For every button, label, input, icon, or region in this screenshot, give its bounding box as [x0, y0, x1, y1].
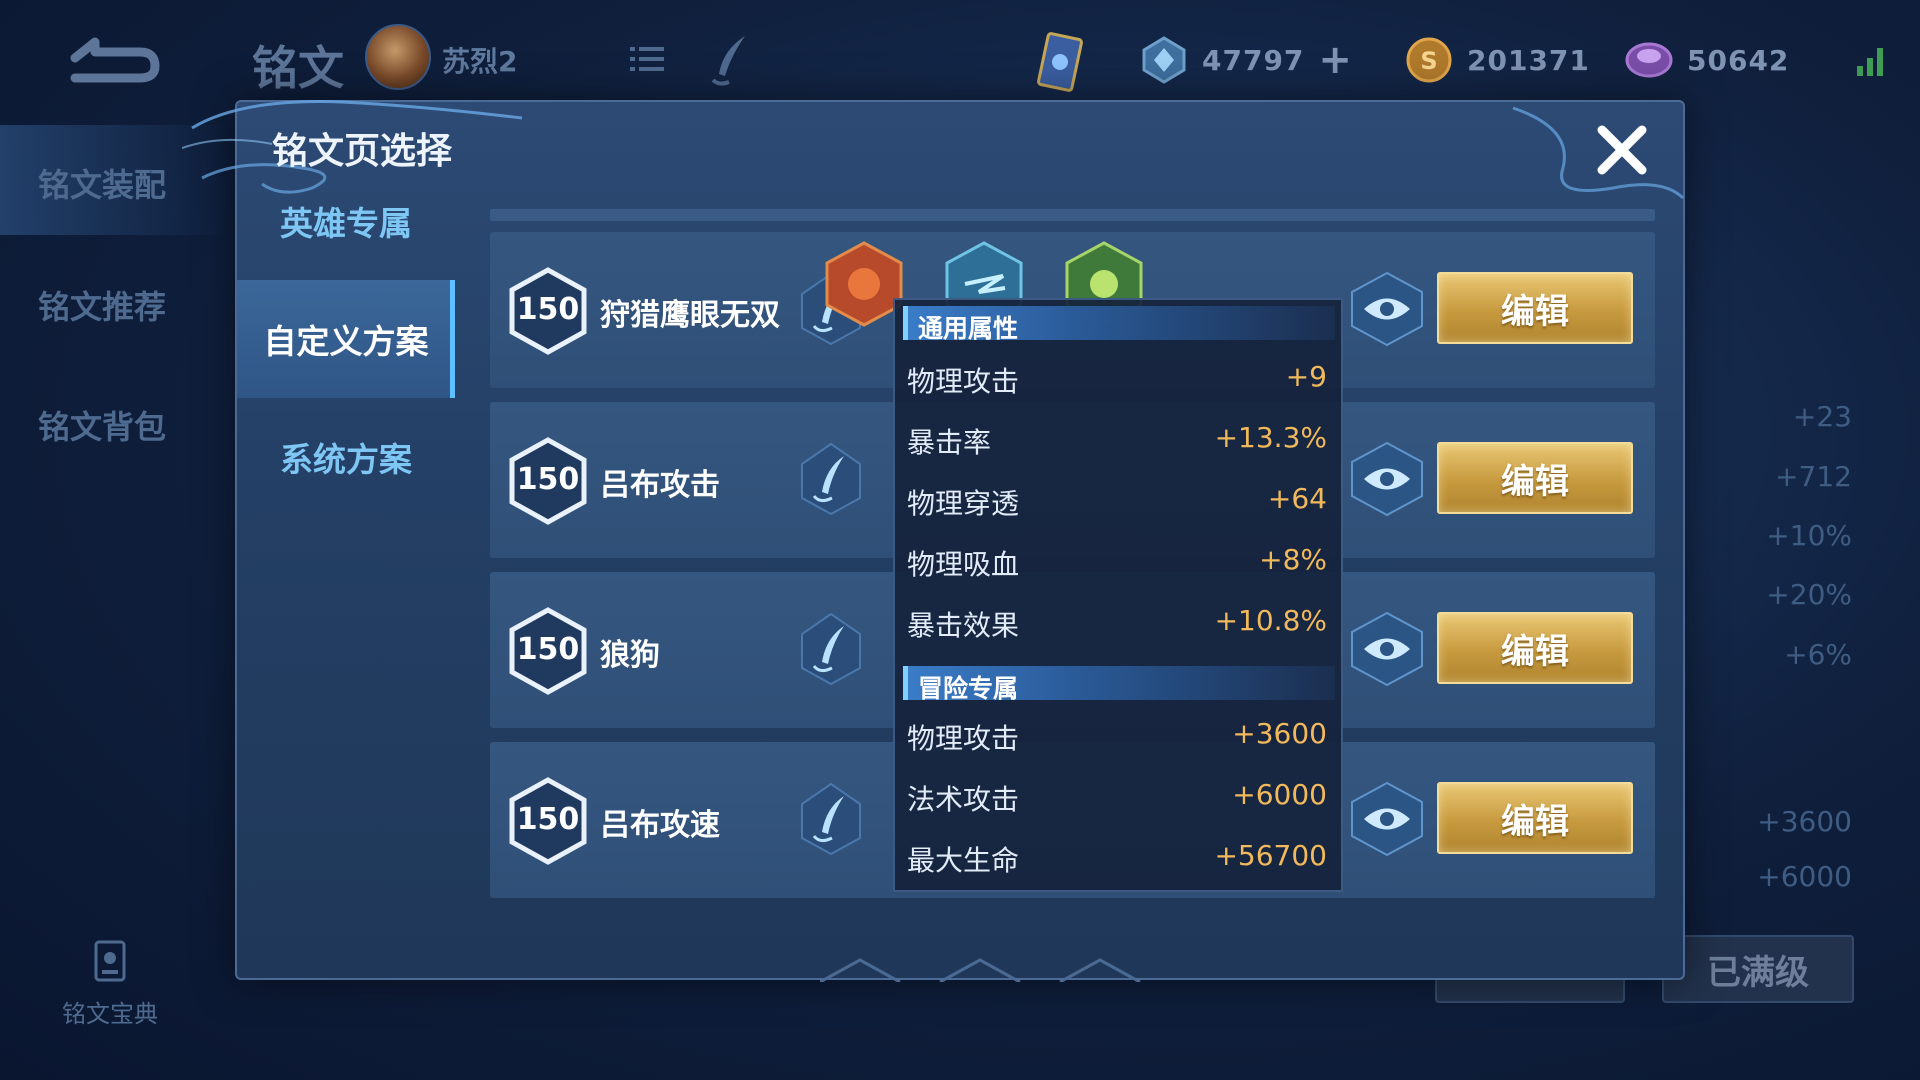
- rune-page-row-partial: [490, 922, 1655, 982]
- edit-button[interactable]: 编辑: [1437, 612, 1633, 684]
- max-level-button: 已满级: [1662, 935, 1854, 1003]
- edit-button[interactable]: 编辑: [1437, 442, 1633, 514]
- page-level: 150: [516, 462, 580, 497]
- gold-currency: S 201371: [1405, 36, 1590, 84]
- stat-label: 物理攻击: [907, 365, 1020, 398]
- svg-text:S: S: [1420, 47, 1437, 75]
- stat-value: +64: [1267, 482, 1327, 515]
- card-pack-icon[interactable]: [1035, 30, 1085, 94]
- crystal-currency-icon: [1625, 42, 1673, 78]
- diamond-currency-icon: [1142, 36, 1186, 84]
- tooltip-stat-row: 暴击率 +13.3%: [907, 421, 1327, 461]
- page-title: 铭文: [252, 41, 344, 95]
- page-name: 狩猎鹰眼无双: [600, 298, 780, 333]
- list-top-divider: [490, 209, 1655, 221]
- page-level: 150: [516, 632, 580, 667]
- stat-value: +9: [1285, 360, 1327, 393]
- avatar[interactable]: [365, 24, 431, 90]
- bg-stat: +10%: [1766, 519, 1852, 552]
- page-level: 150: [516, 292, 580, 327]
- rune-codex-button[interactable]: 铭文宝典: [50, 940, 170, 1029]
- nav-item-rune-recommend[interactable]: 铭文推荐: [38, 282, 166, 328]
- page-name: 吕布攻速: [600, 808, 720, 843]
- tooltip-stat-row: 法术攻击 +6000: [907, 778, 1327, 818]
- eye-icon[interactable]: [1348, 610, 1426, 688]
- eye-icon[interactable]: [1348, 440, 1426, 518]
- bg-stat: +6%: [1784, 638, 1852, 671]
- tooltip-stat-row: 物理攻击 +3600: [907, 717, 1327, 757]
- nav-item-rune-equip[interactable]: 铭文装配: [38, 160, 166, 206]
- stat-value: +3600: [1232, 717, 1327, 750]
- signal-icon: [1857, 48, 1883, 76]
- section-title: 通用属性: [918, 314, 1019, 343]
- add-diamond-button[interactable]: +: [1318, 40, 1352, 80]
- bg-stat: +23: [1792, 400, 1852, 433]
- stat-value: +10.8%: [1214, 604, 1327, 637]
- nav-item-rune-bag[interactable]: 铭文背包: [38, 402, 166, 448]
- gold-coin-icon: S: [1406, 37, 1452, 83]
- close-icon[interactable]: [1592, 120, 1652, 180]
- tab-system-plan[interactable]: 系统方案: [237, 398, 455, 516]
- tooltip-section-header: 通用属性: [903, 306, 1335, 343]
- stat-label: 物理吸血: [907, 548, 1020, 581]
- diamond-currency: 47797 +: [1140, 36, 1352, 84]
- edit-button[interactable]: 编辑: [1437, 272, 1633, 344]
- page-name: 吕布攻击: [600, 468, 720, 503]
- faded-gem-icons: [820, 958, 1141, 982]
- tooltip-section-header: 冒险专属: [903, 666, 1335, 703]
- rune-page-select-dialog: 铭文页选择 英雄专属 自定义方案 系统方案 150 狩猎鹰眼无双 编辑 150 …: [182, 100, 1685, 982]
- quill-rename-icon[interactable]: [798, 610, 864, 688]
- edit-button[interactable]: 编辑: [1437, 782, 1633, 854]
- tab-custom-plan[interactable]: 自定义方案: [237, 280, 455, 398]
- bg-stat: +3600: [1757, 805, 1852, 838]
- crystal-count: 50642: [1687, 43, 1790, 77]
- stat-label: 暴击率: [907, 426, 992, 459]
- tab-hero-exclusive[interactable]: 英雄专属: [237, 162, 455, 280]
- stat-value: +8%: [1259, 543, 1327, 576]
- player-name: 苏烈2: [442, 45, 518, 78]
- stat-value: +56700: [1214, 839, 1327, 872]
- bg-stat: +6000: [1757, 860, 1852, 888]
- crystal-currency: 50642: [1625, 36, 1789, 84]
- page-level: 150: [516, 802, 580, 837]
- stat-label: 最大生命: [907, 844, 1020, 877]
- section-title: 冒险专属: [918, 674, 1019, 703]
- gold-count: 201371: [1467, 43, 1590, 77]
- tooltip-stat-row: 最大生命 +56700: [907, 839, 1327, 879]
- bg-stat: +20%: [1766, 578, 1852, 611]
- stat-label: 暴击效果: [907, 609, 1020, 642]
- codex-book-icon: [94, 940, 126, 982]
- bg-stat: +712: [1775, 460, 1852, 493]
- stat-label: 物理攻击: [907, 722, 1020, 755]
- diamond-count: 47797: [1202, 43, 1305, 77]
- stat-value: +13.3%: [1214, 421, 1327, 454]
- page-name: 狼狗: [600, 638, 660, 673]
- stat-value: +6000: [1232, 778, 1327, 811]
- quill-rename-icon[interactable]: [798, 780, 864, 858]
- eye-icon[interactable]: [1348, 780, 1426, 858]
- rune-attribute-tooltip: 通用属性 物理攻击 +9 暴击率 +13.3% 物理穿透 +64 物理吸血 +8…: [893, 298, 1343, 892]
- back-arrow-icon[interactable]: [55, 30, 165, 85]
- quill-icon[interactable]: [705, 30, 755, 90]
- quill-rename-icon[interactable]: [798, 440, 864, 518]
- tooltip-stat-row: 物理穿透 +64: [907, 482, 1327, 522]
- codex-label: 铭文宝典: [62, 1000, 158, 1028]
- stat-label: 法术攻击: [907, 783, 1020, 816]
- tooltip-stat-row: 物理吸血 +8%: [907, 543, 1327, 583]
- eye-icon[interactable]: [1348, 270, 1426, 348]
- list-icon[interactable]: [630, 46, 664, 72]
- tooltip-stat-row: 物理攻击 +9: [907, 360, 1327, 400]
- stat-label: 物理穿透: [907, 487, 1020, 520]
- tooltip-stat-row: 暴击效果 +10.8%: [907, 604, 1327, 644]
